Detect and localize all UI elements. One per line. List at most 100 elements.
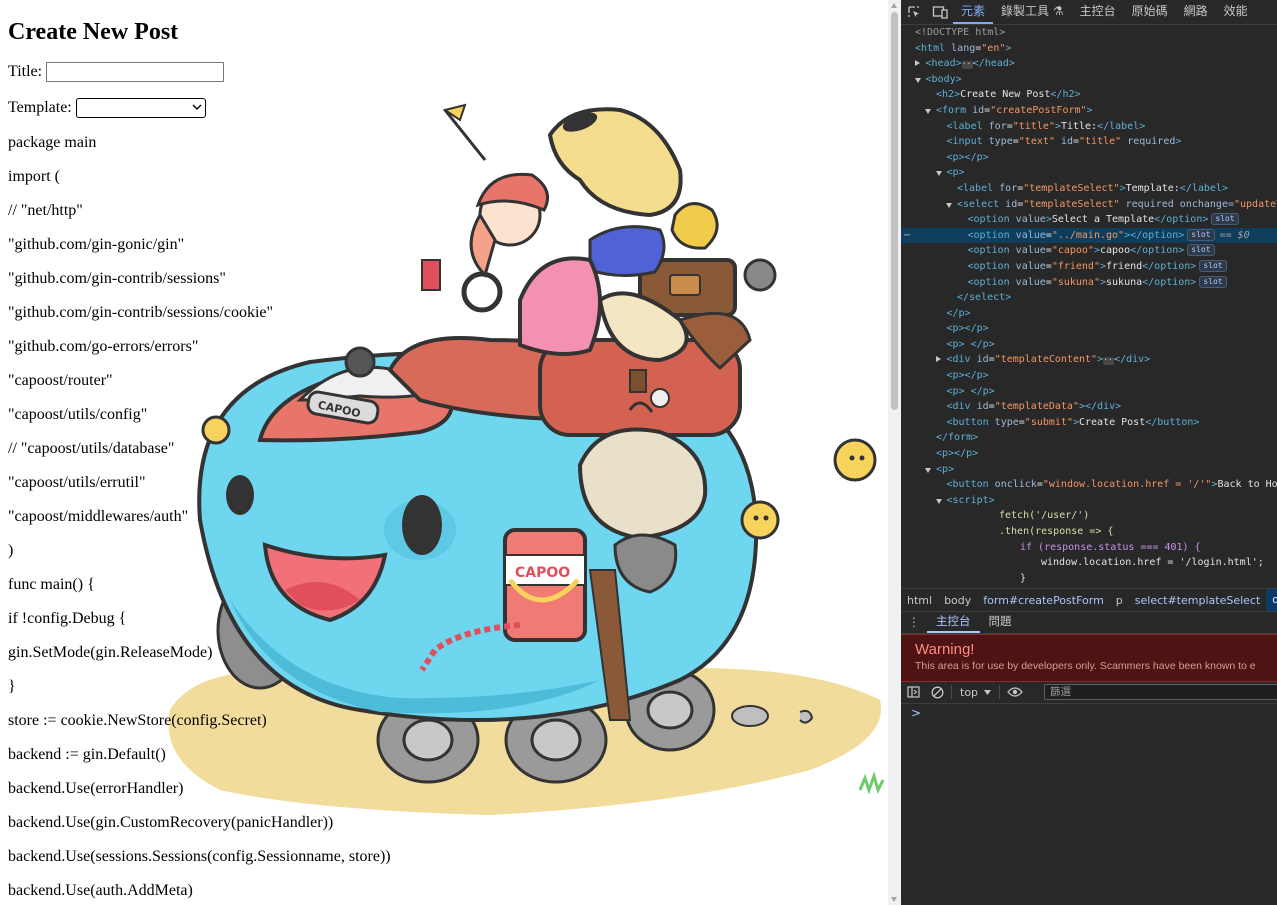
- expand-open-icon[interactable]: [935, 498, 942, 504]
- tab-3[interactable]: 原始碼: [1124, 0, 1176, 24]
- sidebar-toggle-icon[interactable]: [901, 686, 925, 698]
- breadcrumb-item[interactable]: body: [938, 594, 977, 607]
- dom-node[interactable]: <button onclick="window.location.href = …: [901, 477, 1277, 493]
- dom-node[interactable]: <p>: [901, 165, 1277, 181]
- dom-node[interactable]: <p> </p>: [901, 384, 1277, 400]
- dom-node[interactable]: <div id="templateContent">···</div>: [901, 352, 1277, 368]
- slot-badge[interactable]: slot: [1187, 228, 1215, 241]
- tab-0[interactable]: 元素: [953, 0, 994, 24]
- dom-node[interactable]: window.location.href = '/login.html';: [901, 555, 1277, 571]
- breadcrumb-item[interactable]: select#templateSelect: [1129, 594, 1267, 607]
- dom-node[interactable]: </p>: [901, 306, 1277, 322]
- tab-5[interactable]: 效能: [1216, 0, 1256, 24]
- title-input[interactable]: [46, 62, 225, 82]
- dom-node[interactable]: <label for="title">Title:</label>: [901, 119, 1277, 135]
- scroll-up-icon[interactable]: [891, 3, 897, 8]
- devtools-panel: 元素 錄製工具 ⚗ 主控台 原始碼 網路 效能 <!DOCTYPE html> <html …: [901, 0, 1277, 905]
- dom-node[interactable]: }: [901, 571, 1277, 587]
- dom-node[interactable]: <p></p>: [901, 446, 1277, 462]
- inspect-element-icon[interactable]: [901, 0, 927, 24]
- dom-node[interactable]: <p></p>: [901, 321, 1277, 337]
- more-options-icon[interactable]: ⋮: [901, 615, 927, 629]
- dom-node[interactable]: <select id="templateSelect" required onc…: [901, 197, 1277, 213]
- dom-node-option[interactable]: <option value>Select a Template</option>…: [901, 212, 1277, 228]
- code-line: gin.SetMode(gin.ReleaseMode): [8, 644, 213, 661]
- dom-node[interactable]: <div id="templateData"></div>: [901, 399, 1277, 415]
- dom-node[interactable]: <label for="templateSelect">Template:</l…: [901, 181, 1277, 197]
- dom-node[interactable]: <input type="text" id="title" required>: [901, 134, 1277, 150]
- collapsed-ellipsis-icon[interactable]: ···: [961, 60, 976, 70]
- expand-open-icon[interactable]: [914, 77, 921, 83]
- code-line: if !config.Debug {: [8, 610, 127, 627]
- collapsed-ellipsis-icon[interactable]: ···: [1103, 356, 1118, 366]
- clear-console-icon[interactable]: [925, 686, 949, 699]
- breadcrumb-item[interactable]: html: [901, 594, 938, 607]
- template-select[interactable]: [75, 98, 206, 118]
- drawer-tab-console[interactable]: 主控台: [927, 611, 980, 633]
- context-selector[interactable]: top: [954, 686, 997, 699]
- slot-badge[interactable]: slot: [1211, 213, 1239, 226]
- expand-closed-icon[interactable]: [935, 356, 941, 363]
- dom-tree[interactable]: <!DOCTYPE html> <html lang="en"> <head>···…: [901, 25, 1277, 587]
- slot-badge[interactable]: slot: [1187, 244, 1215, 257]
- dom-node[interactable]: <head>···</head>: [901, 56, 1277, 72]
- device-toolbar-icon[interactable]: [927, 0, 953, 24]
- dom-node[interactable]: </select>: [901, 290, 1277, 306]
- dom-node[interactable]: <h2>Create New Post</h2>: [901, 87, 1277, 103]
- dom-node[interactable]: </form>: [901, 430, 1277, 446]
- expand-open-icon[interactable]: [935, 171, 942, 177]
- code-line: "capoost/router": [8, 372, 113, 389]
- console-prompt[interactable]: >: [911, 706, 921, 720]
- dom-node-option[interactable]: <option value="capoo">capoo</option> slot: [901, 243, 1277, 259]
- dom-node[interactable]: <p></p>: [901, 150, 1277, 166]
- slot-badge[interactable]: slot: [1199, 275, 1227, 288]
- dom-node[interactable]: <!DOCTYPE html>: [901, 25, 1277, 41]
- dom-node[interactable]: <p> </p>: [901, 337, 1277, 353]
- warning-title: Warning!: [915, 641, 975, 658]
- template-row: Template:: [8, 98, 886, 118]
- scroll-down-icon[interactable]: [891, 897, 897, 902]
- caret-down-icon: [984, 689, 992, 695]
- scrollbar-thumb[interactable]: [891, 12, 898, 410]
- drawer-tab-issues[interactable]: 問題: [980, 611, 1021, 633]
- dom-node-option[interactable]: ⋯ <option value="../main.go"></option> slo…: [901, 227, 1277, 244]
- dom-node[interactable]: <button type="submit">Create Post</butto…: [901, 415, 1277, 431]
- slot-badge[interactable]: slot: [1199, 259, 1227, 272]
- toolbar-divider: [951, 685, 952, 699]
- tab-1[interactable]: 錄製工具 ⚗: [993, 0, 1072, 24]
- tab-2[interactable]: 主控台: [1072, 0, 1124, 24]
- dom-node[interactable]: <p>: [901, 462, 1277, 478]
- devtools-tabs: 元素 錄製工具 ⚗ 主控台 原始碼 網路 效能: [953, 0, 1256, 24]
- dom-node[interactable]: <script>: [901, 493, 1277, 509]
- code-line: backend.Use(auth.AddMeta): [8, 882, 193, 899]
- dom-node[interactable]: <form id="createPostForm">: [901, 103, 1277, 119]
- page-scrollbar[interactable]: [888, 0, 901, 905]
- expand-open-icon[interactable]: [925, 108, 931, 114]
- expand-closed-icon[interactable]: [914, 60, 920, 67]
- tab-4[interactable]: 網路: [1176, 0, 1216, 24]
- dom-node[interactable]: });: [901, 586, 1277, 587]
- code-line: backend.Use(gin.CustomRecovery(panicHand…: [8, 814, 334, 831]
- drawer-tab-bar: ⋮ 主控台 問題: [901, 611, 1277, 634]
- dom-node-option[interactable]: <option value="friend">friend</option> sl…: [901, 259, 1277, 275]
- code-line: store := cookie.NewStore(config.Secret): [8, 712, 267, 729]
- dom-node-option[interactable]: <option value="sukuna">sukuna</option> sl…: [901, 275, 1277, 291]
- dom-node[interactable]: <html lang="en">: [901, 41, 1277, 57]
- expand-open-icon[interactable]: [925, 467, 931, 473]
- breadcrumb-item[interactable]: form#createPostForm: [977, 594, 1110, 607]
- console-filter-input[interactable]: 篩選: [1044, 684, 1277, 700]
- code-line: }: [8, 678, 16, 695]
- breadcrumb-item[interactable]: p: [1110, 594, 1129, 607]
- expand-open-icon[interactable]: [946, 202, 952, 208]
- chevron-down-icon: [192, 104, 202, 110]
- dom-node[interactable]: <p></p>: [901, 368, 1277, 384]
- node-actions-icon[interactable]: ⋯: [904, 228, 910, 244]
- dom-node[interactable]: fetch('/user/'): [901, 508, 1277, 524]
- code-line: // "capoost/utils/database": [8, 440, 175, 457]
- dom-node[interactable]: <body>: [901, 72, 1277, 88]
- dom-node[interactable]: if (response.status === 401) {: [901, 540, 1277, 556]
- dom-node[interactable]: .then(response => {: [901, 524, 1277, 540]
- toolbar-divider: [999, 685, 1001, 699]
- live-expression-eye-icon[interactable]: [1002, 687, 1028, 697]
- breadcrumb-item[interactable]: optio: [1266, 589, 1277, 611]
